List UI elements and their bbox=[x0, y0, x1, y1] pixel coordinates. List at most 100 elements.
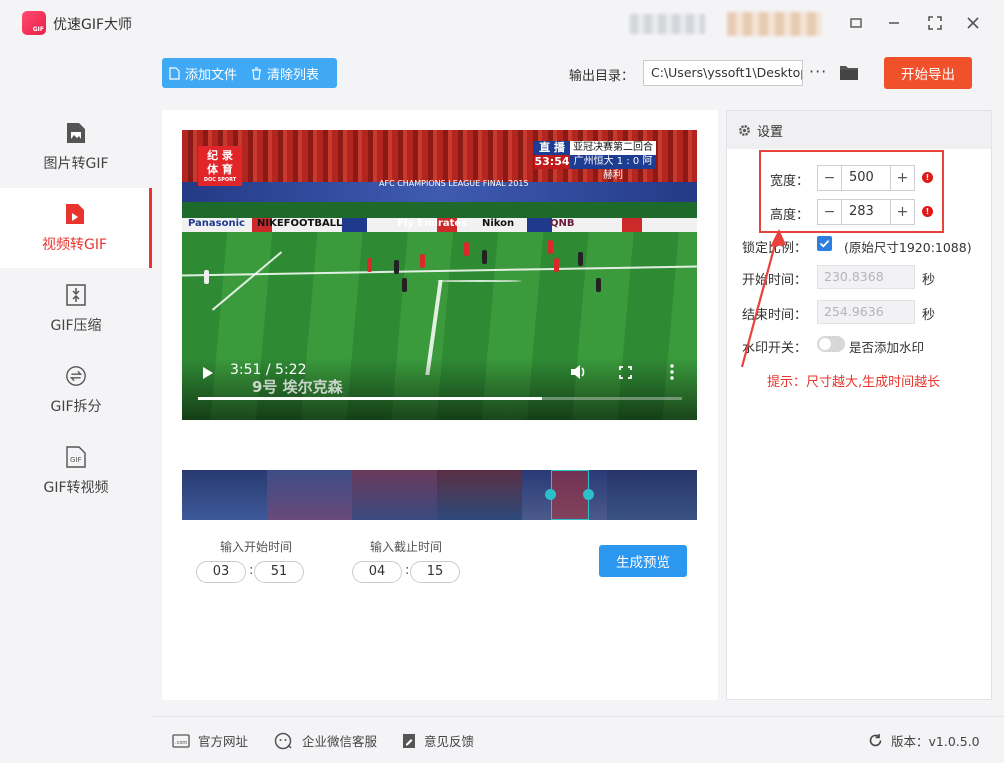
minimize-button[interactable] bbox=[883, 12, 905, 34]
start-second-input[interactable]: 51 bbox=[254, 561, 304, 583]
end-minute-input[interactable]: 04 bbox=[352, 561, 402, 583]
wechat-icon bbox=[274, 732, 292, 749]
live-scoreboard: 直 播 亚冠决赛第二回合 53:54 广州恒大 1 : 0 阿赫利 bbox=[534, 141, 656, 181]
gif-file-icon: GIF bbox=[65, 445, 87, 469]
feedback-label: 意见反馈 bbox=[424, 734, 475, 749]
sidebar-item-gif-compress[interactable]: GIF压缩 bbox=[0, 269, 152, 349]
end-time-field: 254.9636 bbox=[817, 300, 915, 324]
highlight-annotation-box bbox=[759, 150, 944, 233]
video-ad-text: Nikon bbox=[482, 218, 515, 229]
end-time-label: 输入截止时间 bbox=[370, 540, 443, 554]
video-progress-bar[interactable] bbox=[198, 397, 682, 400]
annotation-arrow bbox=[740, 229, 786, 368]
title-bar: 优速GIF大师 bbox=[0, 0, 1004, 48]
sidebar-item-label: 视频转GIF bbox=[41, 237, 108, 253]
filmstrip-frame bbox=[267, 470, 352, 520]
player-figure bbox=[482, 250, 487, 264]
lock-ratio-checkbox[interactable] bbox=[817, 236, 832, 251]
clear-list-label: 清除列表 bbox=[267, 67, 320, 83]
start-time-field: 230.8368 bbox=[817, 265, 915, 289]
app-logo-icon bbox=[22, 11, 46, 35]
sidebar-item-gif-to-video[interactable]: GIF GIF转视频 bbox=[0, 431, 152, 511]
more-options-icon[interactable] bbox=[670, 364, 674, 384]
sidebar-item-gif-split[interactable]: GIF拆分 bbox=[0, 350, 152, 430]
player-figure bbox=[204, 270, 209, 284]
live-match-score: 广州恒大 1 : 0 阿赫利 bbox=[570, 155, 656, 181]
live-tag: 直 播 bbox=[534, 141, 570, 155]
close-button[interactable] bbox=[962, 12, 984, 34]
add-file-label: 添加文件 bbox=[185, 67, 238, 83]
compress-icon bbox=[65, 283, 87, 307]
player-figure bbox=[578, 252, 583, 266]
live-match-time: 53:54 bbox=[534, 155, 570, 169]
sidebar-item-label: GIF压缩 bbox=[50, 318, 102, 334]
gear-icon bbox=[739, 124, 750, 136]
footer-bar: .com 官方网址 企业微信客服 意见反馈 版本：v1.0.5.0 bbox=[152, 716, 1004, 763]
folder-icon[interactable] bbox=[839, 64, 859, 85]
sidebar: 图片转GIF 视频转GIF GIF压缩 GIF拆分 GIF GIF转视频 bbox=[0, 48, 152, 763]
file-icon bbox=[169, 66, 180, 80]
video-ad-text: Panasonic bbox=[188, 218, 245, 229]
volume-icon[interactable] bbox=[570, 364, 587, 384]
maximize-button[interactable] bbox=[924, 12, 946, 34]
trim-start-handle[interactable] bbox=[545, 489, 556, 500]
official-website-link[interactable]: .com 官方网址 bbox=[172, 731, 248, 750]
start-time-label: 输入开始时间 bbox=[220, 540, 293, 554]
logo-line: 体 育 bbox=[207, 163, 233, 176]
pitch-line bbox=[437, 280, 522, 282]
version-label: 版本：v1.0.5.0 bbox=[891, 734, 980, 749]
wechat-support-label: 企业微信客服 bbox=[302, 734, 378, 749]
svg-text:GIF: GIF bbox=[70, 456, 82, 464]
seconds-unit: 秒 bbox=[922, 273, 936, 288]
sidebar-item-video-to-gif[interactable]: 视频转GIF bbox=[0, 188, 152, 268]
player-figure bbox=[420, 254, 425, 268]
main-panel: AFC CHAMPIONS LEAGUE FINAL 2015 Panasoni… bbox=[162, 110, 718, 700]
trim-end-handle[interactable] bbox=[583, 489, 594, 500]
fullscreen-icon[interactable] bbox=[619, 366, 632, 383]
time-separator: : bbox=[249, 563, 254, 578]
split-icon bbox=[65, 364, 87, 388]
live-match-title: 亚冠决赛第二回合 bbox=[570, 141, 656, 155]
logo-line: 纪 录 bbox=[207, 149, 233, 162]
sidebar-item-label: GIF转视频 bbox=[43, 480, 109, 496]
play-icon[interactable] bbox=[202, 366, 214, 384]
seconds-unit: 秒 bbox=[922, 308, 936, 323]
video-progress-fill bbox=[198, 397, 542, 400]
video-filmstrip[interactable] bbox=[182, 470, 697, 520]
player-figure bbox=[464, 242, 469, 256]
video-player[interactable]: AFC CHAMPIONS LEAGUE FINAL 2015 Panasoni… bbox=[182, 130, 697, 420]
player-figure bbox=[548, 240, 553, 254]
player-figure bbox=[367, 258, 372, 272]
watermark-toggle-text: 是否添加水印 bbox=[849, 340, 925, 355]
trash-icon bbox=[252, 66, 262, 80]
end-second-input[interactable]: 15 bbox=[410, 561, 460, 583]
video-ad-text: NIKEFOOTBALL bbox=[257, 218, 343, 229]
add-file-button[interactable]: 添加文件 bbox=[162, 58, 244, 88]
blurred-user-info bbox=[727, 12, 822, 36]
skin-icon[interactable] bbox=[845, 12, 867, 34]
browse-more-button[interactable]: ··· bbox=[809, 62, 827, 81]
settings-header: 设置 bbox=[727, 111, 991, 149]
image-file-icon bbox=[65, 121, 87, 145]
app-title: 优速GIF大师 bbox=[53, 17, 133, 33]
official-website-label: 官方网址 bbox=[198, 734, 249, 749]
clear-list-button[interactable]: 清除列表 bbox=[244, 58, 326, 88]
refresh-icon[interactable] bbox=[868, 733, 883, 748]
filmstrip-frame bbox=[352, 470, 437, 520]
filmstrip-frame bbox=[182, 470, 267, 520]
feedback-link[interactable]: 意见反馈 bbox=[402, 731, 474, 750]
sidebar-item-image-to-gif[interactable]: 图片转GIF bbox=[0, 107, 152, 187]
filmstrip-frame bbox=[437, 470, 522, 520]
generate-preview-button[interactable]: 生成预览 bbox=[599, 545, 687, 577]
wechat-support-link[interactable]: 企业微信客服 bbox=[274, 731, 377, 750]
watermark-toggle[interactable] bbox=[817, 336, 845, 352]
video-banner-text: AFC CHAMPIONS LEAGUE FINAL 2015 bbox=[379, 179, 529, 188]
output-dir-input[interactable]: C:\Users\yssoft1\Desktop bbox=[643, 60, 803, 86]
start-minute-input[interactable]: 03 bbox=[196, 561, 246, 583]
sidebar-item-label: GIF拆分 bbox=[50, 399, 102, 415]
check-icon bbox=[819, 240, 830, 248]
settings-title: 设置 bbox=[757, 124, 784, 140]
video-file-icon bbox=[64, 202, 86, 226]
start-export-button[interactable]: 开始导出 bbox=[884, 57, 972, 89]
logo-line: DOC SPORT bbox=[203, 177, 237, 183]
